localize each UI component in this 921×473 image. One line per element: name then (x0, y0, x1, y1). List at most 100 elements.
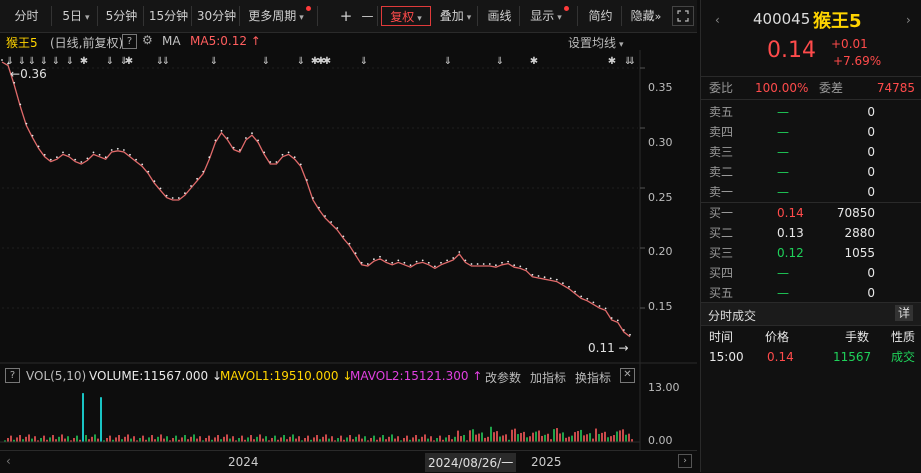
display-button[interactable]: 显示 ▾ (522, 6, 578, 26)
bid-row[interactable]: 买二 0.13 2880 (709, 223, 915, 243)
volume-bar (487, 436, 489, 443)
volume-bar (118, 435, 120, 443)
bid-row[interactable]: 买一 0.14 70850 (709, 203, 915, 223)
price-point (306, 179, 308, 181)
price-point (232, 146, 235, 149)
level-label: 卖二 (709, 165, 734, 179)
chevron-right-icon[interactable]: › (906, 13, 911, 27)
y-tick-label: 0.20 (648, 245, 673, 258)
zoom-out-button[interactable]: — (358, 6, 378, 26)
ask-row[interactable]: 卖四 — 0 (709, 122, 915, 142)
price-point (104, 156, 107, 159)
price-point (360, 261, 363, 264)
price-point (263, 151, 266, 154)
price-point (226, 137, 229, 139)
chevron-right-icon[interactable]: › (678, 454, 692, 468)
tab-intraday[interactable]: 分时 (2, 6, 52, 26)
price-point (342, 235, 345, 238)
volume-bar (532, 432, 534, 442)
ask-row[interactable]: 卖一 — 0 (709, 182, 915, 202)
divider (701, 76, 921, 77)
level-price: — (777, 185, 789, 199)
price-point (373, 258, 375, 261)
volume-bar (472, 429, 474, 443)
volume-bar (616, 431, 618, 443)
volume-bar (148, 437, 150, 443)
tab-5min[interactable]: 5分钟 (100, 6, 144, 26)
overlay-button[interactable]: 叠加 ▾ (434, 6, 478, 26)
price-point (299, 163, 302, 166)
ma-settings-button[interactable]: 设置均线 ▾ (568, 34, 624, 51)
divider (701, 99, 921, 100)
price-point (519, 265, 522, 268)
switch-indicator-button[interactable]: 换指标 (575, 369, 611, 386)
volume-bar (67, 436, 69, 443)
ma5-value: MA5:0.12 ↑ (190, 34, 261, 48)
tab-15min[interactable]: 15分钟 (146, 6, 192, 26)
volume-bar (439, 435, 441, 443)
max-price-value: 0.36 (20, 67, 47, 81)
chevron-down-icon: ▾ (299, 13, 304, 23)
volume-bar (115, 437, 117, 443)
ticks-detail-button[interactable]: 详 (895, 305, 913, 321)
volume-bar (280, 437, 282, 443)
volume-bar (382, 435, 384, 443)
volume-bar (256, 436, 258, 443)
volume-bar (598, 433, 600, 442)
help-icon[interactable]: ? (5, 368, 20, 383)
fullscreen-icon[interactable] (672, 6, 694, 26)
volume-value: VOLUME:11567.000 ↓ (89, 369, 222, 383)
chart-toolbar: 分时 5日 ▾ 5分钟 15分钟 30分钟 更多周期 ▾ + — 复权 ▾ 叠加 ▾ 画… (0, 0, 697, 33)
y-tick-label: 0.30 (648, 136, 673, 149)
volume-bar (331, 436, 333, 443)
price-point (403, 261, 406, 264)
chevron-left-icon[interactable]: ‹ (715, 13, 720, 27)
adjust-rights-label: 复权 (390, 10, 415, 24)
hide-button[interactable]: 隐藏» (624, 6, 668, 26)
volume-bar (97, 438, 99, 442)
add-indicator-button[interactable]: 加指标 (530, 369, 566, 386)
tab-30min[interactable]: 30分钟 (194, 6, 240, 26)
tab-5day[interactable]: 5日 ▾ (55, 6, 98, 26)
vol-y-tick-label: 0.00 (648, 434, 673, 447)
volume-bar (460, 436, 462, 443)
close-icon[interactable]: ✕ (620, 368, 635, 383)
notification-dot (563, 6, 569, 11)
bid-row[interactable]: 买三 0.12 1055 (709, 243, 915, 263)
gear-icon[interactable]: ⚙ (142, 33, 153, 47)
volume-bar (73, 438, 75, 443)
adjust-rights-button[interactable]: 复权 ▾ (381, 6, 431, 26)
price-point (610, 317, 613, 319)
help-icon[interactable]: ? (122, 34, 137, 49)
price-series (1, 59, 631, 338)
volume-bar (94, 434, 96, 443)
bid-row[interactable]: 买五 — 0 (709, 283, 915, 303)
ask-row[interactable]: 卖二 — 0 (709, 162, 915, 182)
weicha-label: 委差 (819, 81, 844, 95)
volume-bar (469, 430, 471, 443)
bid-row[interactable]: 买四 — 0 (709, 263, 915, 283)
volume-bar (427, 438, 429, 442)
price-point (324, 215, 326, 217)
chevron-left-icon[interactable]: ‹ (6, 454, 11, 468)
zoom-in-button[interactable]: + (336, 6, 356, 26)
level-label: 买五 (709, 286, 734, 300)
tab-more-periods[interactable]: 更多周期 ▾ (242, 6, 318, 26)
price-point (623, 329, 625, 331)
volume-bar (196, 438, 198, 442)
volume-bar (436, 438, 438, 443)
simple-button[interactable]: 简约 (580, 6, 622, 26)
price-point (7, 62, 9, 65)
price-point (543, 276, 546, 279)
price-chart[interactable]: ⇓ ⇓ ⇓ ⇓ ⇓ ⇓ ✱ ⇓ ⇓✱ ⇓⇓ ⇓ ⇓ ⇓ ✱✱✱ ⇓ ⇓ ⇓ ✱ ✱ ⇓⇓ (0, 50, 697, 472)
arrow-left-icon: ← (10, 67, 21, 81)
event-marker-icon: ✱ (125, 56, 133, 67)
ask-row[interactable]: 卖三 — 0 (709, 142, 915, 162)
draw-line-button[interactable]: 画线 (480, 6, 520, 26)
ask-row[interactable]: 卖五 — 0 (709, 102, 915, 122)
volume-bar (25, 436, 27, 443)
volume-bar (490, 426, 492, 442)
price-point (110, 149, 113, 151)
ma5-text: MA5:0.12 (190, 34, 247, 48)
edit-params-button[interactable]: 改参数 (485, 369, 521, 386)
